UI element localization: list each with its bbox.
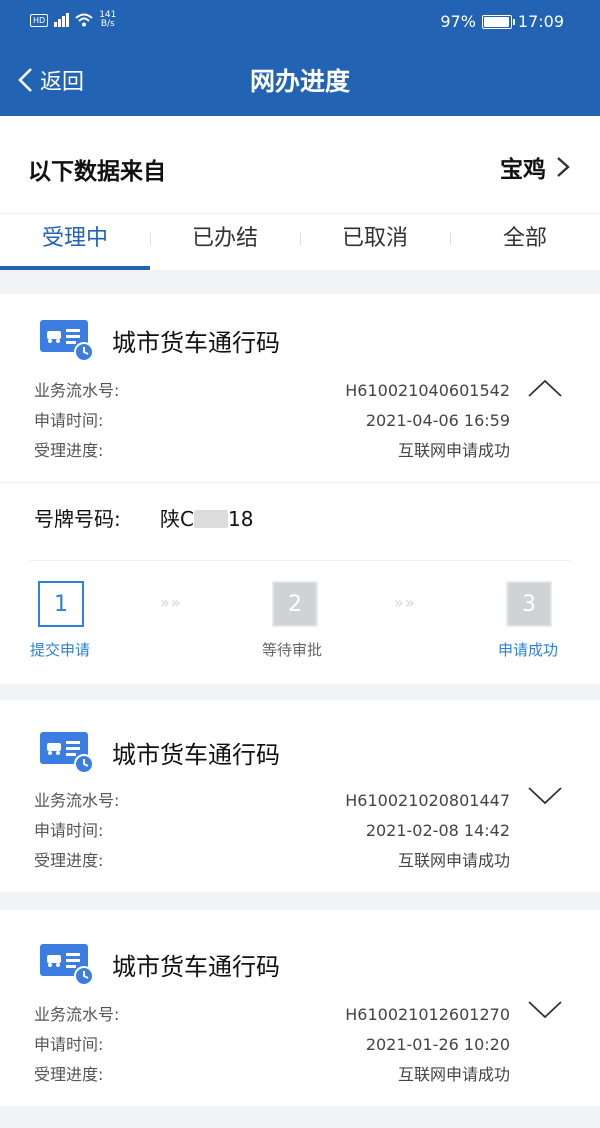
card-header: 城市货车通行码 [38, 730, 280, 774]
data-source-row: 以下数据来自 宝鸡 [0, 116, 600, 214]
tab-divider [150, 232, 151, 246]
card-info: 业务流水号: H610021020801447 申请时间: 2021-02-08 1… [34, 786, 510, 876]
chevron-down-icon[interactable] [528, 1000, 562, 1020]
tab-all[interactable]: 全部 [450, 214, 600, 270]
truck-pass-icon [40, 732, 94, 774]
app-header: HD 141 B/s 97% 17:09 返回 网办进度 [0, 0, 600, 116]
wifi-icon [75, 13, 93, 27]
city-selector[interactable]: 宝鸡 [500, 150, 570, 184]
status-tabs: 受理中 已办结 已取消 全部 [0, 214, 600, 270]
tab-cancelled[interactable]: 已取消 [300, 214, 450, 270]
page-title: 网办进度 [249, 67, 350, 96]
step-3-box: 3 [506, 581, 552, 627]
card-info: 业务流水号: H610021040601542 申请时间: 2021-04-06 1… [34, 376, 510, 466]
progress-steps: 1 提交申请 » » 2 等待审批 » » 3 申请成功 [30, 560, 570, 659]
truck-pass-icon [40, 944, 94, 986]
truck-pass-icon [40, 320, 94, 362]
chevron-down-icon[interactable] [528, 786, 562, 806]
progress-value: 互联网申请成功 [397, 1065, 510, 1084]
application-card: 城市货车通行码 业务流水号: H610021012601270 申请时间: 2021… [0, 910, 600, 1106]
navigation-bar: 返回 网办进度 [0, 44, 600, 116]
battery-icon [481, 14, 515, 29]
card-header: 城市货车通行码 [38, 942, 280, 986]
apply-time-value: 2021-01-26 10:20 [365, 1035, 510, 1054]
application-card: 城市货车通行码 业务流水号: H610021040601542 申请时间: 2021… [0, 294, 600, 684]
tab-divider [450, 232, 451, 246]
step-3-label: 申请成功 [498, 641, 559, 659]
hd-badge: HD [30, 13, 49, 27]
progress-value: 互联网申请成功 [397, 851, 510, 870]
progress-label: 受理进度: [34, 441, 104, 460]
tab-completed[interactable]: 已办结 [150, 214, 300, 270]
step-1-box: 1 [38, 581, 84, 627]
card-title: 城市货车通行码 [112, 328, 280, 357]
chevron-up-icon[interactable] [528, 378, 562, 398]
apply-time-value: 2021-04-06 16:59 [365, 411, 510, 430]
step-arrow-icon: » » [394, 593, 415, 612]
card-title: 城市货车通行码 [112, 740, 280, 769]
plate-row: 号牌号码: 陕C 18 [0, 482, 600, 544]
card-header: 城市货车通行码 [38, 318, 280, 362]
step-1-label: 提交申请 [30, 641, 91, 659]
signal-icon [54, 13, 70, 27]
serial-label: 业务流水号: [34, 791, 120, 810]
serial-value: H610021020801447 [345, 791, 510, 810]
status-bar: HD 141 B/s 97% 17:09 [0, 0, 600, 44]
plate-value: 陕C 18 [160, 503, 253, 532]
plate-suffix: 18 [227, 507, 254, 531]
data-source-label: 以下数据来自 [28, 159, 166, 185]
serial-label: 业务流水号: [34, 1005, 120, 1024]
application-card: 城市货车通行码 业务流水号: H610021020801447 申请时间: 2021… [0, 700, 600, 892]
card-info: 业务流水号: H610021012601270 申请时间: 2021-01-26 1… [34, 1000, 510, 1090]
apply-time-label: 申请时间: [34, 411, 104, 430]
step-2-label: 等待审批 [262, 641, 323, 659]
network-speed: 141 B/s [99, 10, 117, 29]
battery-percent: 97% [440, 12, 476, 31]
card-title: 城市货车通行码 [112, 952, 280, 981]
progress-label: 受理进度: [34, 851, 104, 870]
plate-masked [193, 510, 228, 528]
clock: 17:09 [517, 12, 564, 31]
serial-value: H610021040601542 [345, 381, 510, 400]
step-2-box: 2 [272, 581, 318, 627]
tab-processing[interactable]: 受理中 [0, 214, 150, 270]
step-arrow-icon: » » [160, 593, 181, 612]
plate-prefix: 陕C [160, 507, 194, 531]
progress-value: 互联网申请成功 [397, 441, 510, 460]
apply-time-label: 申请时间: [34, 1035, 104, 1054]
tab-divider [300, 232, 301, 246]
plate-label: 号牌号码: [34, 507, 121, 531]
serial-value: H610021012601270 [345, 1005, 510, 1024]
city-name: 宝鸡 [500, 157, 546, 183]
progress-label: 受理进度: [34, 1065, 104, 1084]
apply-time-label: 申请时间: [34, 821, 104, 840]
apply-time-value: 2021-02-08 14:42 [365, 821, 510, 840]
serial-label: 业务流水号: [34, 381, 120, 400]
chevron-right-icon [557, 157, 570, 177]
